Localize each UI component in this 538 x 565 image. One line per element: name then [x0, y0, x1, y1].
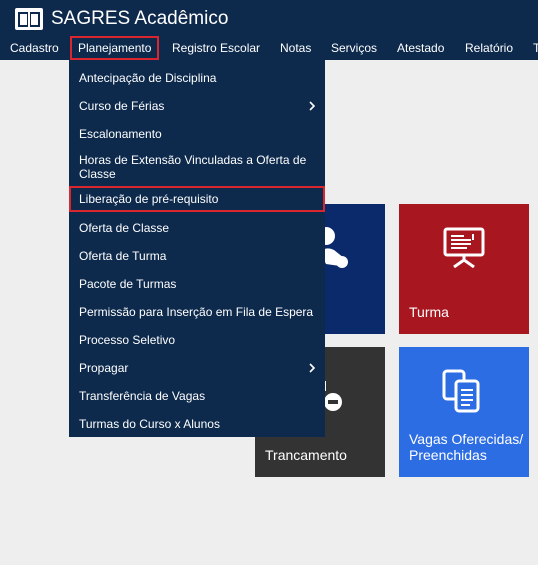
nav-item-truncated[interactable]: T [533, 36, 538, 60]
menu-item-antecipacao[interactable]: Antecipação de Disciplina [69, 64, 325, 92]
menu-item-label: Turmas do Curso x Alunos [79, 417, 220, 431]
menu-item-propagar[interactable]: Propagar [69, 354, 325, 382]
menu-item-turmas-curso-alunos[interactable]: Turmas do Curso x Alunos [69, 410, 325, 438]
app-title: SAGRES Acadêmico [51, 8, 229, 29]
menu-item-processo-seletivo[interactable]: Processo Seletivo [69, 326, 325, 354]
main-nav: Cadastro Planejamento Registro Escolar N… [0, 36, 538, 60]
tile-vagas-label: Vagas Oferecidas/ Preenchidas [409, 431, 524, 463]
menu-item-label: Curso de Férias [79, 99, 165, 113]
nav-item-atestado[interactable]: Atestado [397, 36, 444, 60]
chevron-right-icon [309, 363, 316, 373]
tile-turma-label: Turma [409, 304, 449, 320]
menu-item-label: Horas de Extensão Vinculadas a Oferta de… [79, 153, 307, 181]
tile-trancamento-label: Trancamento [265, 447, 347, 463]
presentation-board-icon [443, 227, 485, 268]
chevron-right-icon [309, 101, 316, 111]
menu-item-label: Propagar [79, 361, 129, 375]
nav-item-relatorio[interactable]: Relatório [465, 36, 513, 60]
menu-item-label: Pacote de Turmas [79, 277, 177, 291]
brand[interactable]: SAGRES Acadêmico [15, 6, 228, 32]
app-header: SAGRES Acadêmico Cadastro Planejamento R… [0, 0, 538, 60]
menu-item-oferta-de-turma[interactable]: Oferta de Turma [69, 242, 325, 270]
documents-icon [442, 369, 480, 413]
menu-item-oferta-de-classe[interactable]: Oferta de Classe [69, 214, 325, 242]
menu-item-transferencia-de-vagas[interactable]: Transferência de Vagas [69, 382, 325, 410]
nav-item-servicos[interactable]: Serviços [331, 36, 377, 60]
menu-item-curso-de-ferias[interactable]: Curso de Férias [69, 92, 325, 120]
menu-item-label: Transferência de Vagas [79, 389, 206, 403]
planejamento-dropdown: Antecipação de Disciplina Curso de Féria… [69, 60, 325, 437]
nav-item-notas[interactable]: Notas [280, 36, 311, 60]
nav-item-registro-escolar[interactable]: Registro Escolar [172, 36, 260, 60]
menu-item-label: Escalonamento [79, 127, 162, 141]
menu-item-permissao-fila-espera[interactable]: Permissão para Inserção em Fila de Esper… [69, 298, 325, 326]
book-icon [15, 8, 43, 30]
menu-item-label: Antecipação de Disciplina [79, 71, 217, 85]
menu-item-label: Oferta de Turma [79, 249, 167, 263]
menu-item-label: Processo Seletivo [79, 333, 176, 347]
tile-vagas[interactable]: Vagas Oferecidas/ Preenchidas [399, 347, 529, 477]
menu-item-pacote-de-turmas[interactable]: Pacote de Turmas [69, 270, 325, 298]
tile-turma[interactable]: Turma [399, 204, 529, 334]
menu-item-label: Oferta de Classe [79, 221, 170, 235]
menu-item-horas-de-extensao[interactable]: Horas de Extensão Vinculadas a Oferta de… [69, 148, 325, 186]
menu-item-escalonamento[interactable]: Escalonamento [69, 120, 325, 148]
menu-item-label: Permissão para Inserção em Fila de Esper… [79, 305, 314, 319]
menu-item-label: Liberação de pré-requisito [79, 192, 219, 206]
nav-item-planejamento[interactable]: Planejamento [70, 36, 160, 60]
nav-item-cadastro[interactable]: Cadastro [10, 36, 59, 60]
menu-item-liberacao-pre-requisito[interactable]: Liberação de pré-requisito [69, 186, 325, 212]
